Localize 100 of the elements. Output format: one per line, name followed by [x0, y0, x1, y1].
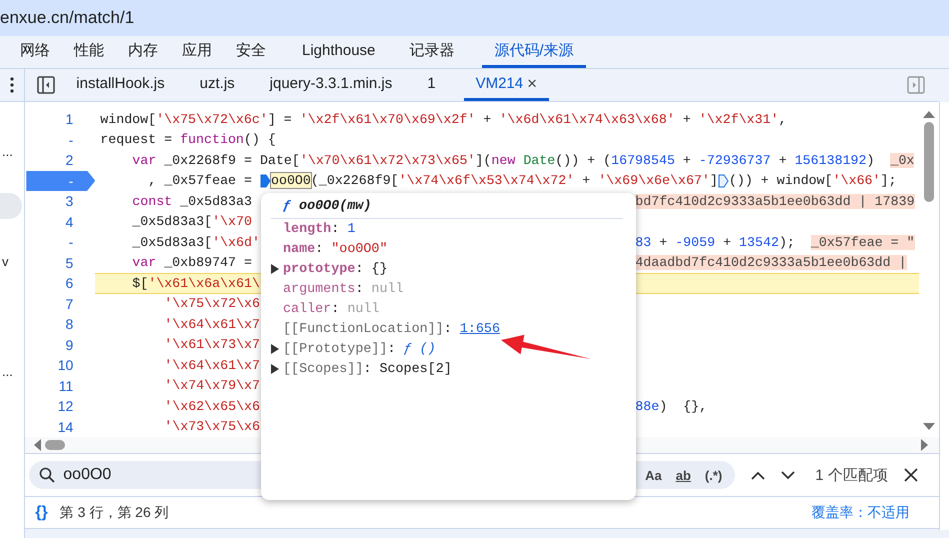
property-name: [[FunctionLocation]]: [283, 322, 444, 336]
code-text: _0x5d83a3['\x6d': [132, 234, 260, 250]
expand-icon[interactable]: [271, 344, 279, 354]
hovered-token: oo0O0: [270, 173, 311, 188]
property-value: 1: [347, 222, 356, 236]
code-text: $['\x61\x6a\x61\: [132, 276, 260, 291]
property-separator: :: [331, 302, 340, 316]
property-separator: :: [355, 262, 364, 276]
property-name: prototype: [283, 262, 356, 276]
panel-tab[interactable]: 安全: [226, 36, 276, 68]
function-location-link[interactable]: 1:656: [460, 322, 500, 336]
file-tab[interactable]: 1: [420, 69, 452, 101]
sidebar-toggle-icon[interactable]: [37, 76, 56, 94]
code-text: var _0x2268f9 = Date['\x70\x61\x72\x73\x65'](new Date()) + (16798545 + -72936737 + 156138192): [132, 152, 876, 168]
property-value: "oo0O0": [331, 242, 388, 256]
function-signature: oo0O0(mw): [299, 198, 372, 214]
url-text: enxue.cn/match/1: [0, 8, 134, 28]
expand-icon[interactable]: [271, 364, 279, 374]
line-number[interactable]: 10: [25, 355, 96, 376]
line-number[interactable]: 12: [25, 396, 96, 416]
code-text: _0x5d83a3['\x70: [132, 214, 252, 230]
panel-tab[interactable]: 内存: [118, 36, 168, 68]
code-text: '\x74\x79\x7: [164, 378, 260, 394]
property-separator: :: [355, 282, 364, 296]
code-text: '\x73\x75\x6: [164, 419, 260, 434]
panel-tab[interactable]: 记录器: [399, 36, 464, 68]
code-text: '\x62\x65\x6: [164, 398, 260, 414]
code-text: '\x64\x61\x7: [164, 358, 260, 373]
sidebar-toggle-icon[interactable]: [907, 76, 926, 94]
line-number[interactable]: 8: [25, 314, 96, 334]
scrollbar-thumb[interactable]: [45, 440, 66, 450]
breakpoint-line-number[interactable]: -: [26, 170, 96, 191]
property-name: arguments: [283, 282, 356, 296]
scroll-up-icon[interactable]: [923, 110, 936, 118]
line-number[interactable]: 2: [25, 150, 96, 170]
sidebar-text: ...: [1, 143, 14, 161]
scroll-left-icon[interactable]: [33, 439, 42, 451]
code-text: window['\x75\x72\x6c'] = '\x2f\x61\x70\x69\x2f' + '\x6d\x61\x74\x63\x68' + '\x2f\x31',: [100, 112, 787, 127]
file-tab[interactable]: jquery-3.3.1.min.js: [262, 69, 408, 101]
cursor-position: 第 3 行，第 26 列: [60, 504, 169, 522]
sidebar-text: v: [1, 253, 10, 271]
function-symbol: ƒ: [283, 198, 292, 214]
property-separator: :: [315, 242, 324, 256]
code-text: '\x61\x73\x7: [164, 337, 260, 352]
search-icon: [39, 467, 56, 483]
property-value: {}: [371, 262, 388, 276]
line-number[interactable]: 3: [25, 191, 96, 212]
sidebar-text: ...: [1, 363, 14, 381]
line-number[interactable]: 5: [25, 252, 96, 273]
property-value: ƒ (): [404, 342, 436, 356]
scroll-right-icon[interactable]: [921, 439, 930, 451]
panel-tab[interactable]: 网络: [10, 36, 60, 68]
property-separator: :: [444, 322, 452, 336]
line-number[interactable]: 9: [25, 334, 96, 355]
code-text: , _0x57feae =: [148, 173, 253, 188]
panel-tab[interactable]: 应用: [172, 36, 222, 68]
expand-icon[interactable]: [271, 264, 279, 274]
property-name: [[Prototype]]: [283, 342, 388, 356]
inline-value: _0x: [890, 152, 914, 168]
property-name: length: [283, 222, 332, 236]
line-number[interactable]: 6: [25, 273, 96, 294]
line-number[interactable]: -: [25, 232, 96, 252]
search-field[interactable]: oo0O0: [63, 466, 214, 484]
property-name: name: [283, 242, 316, 256]
inline-value: 4daadbd7fc410d2c9333a5b1ee0b63dd |: [635, 255, 907, 270]
property-value: Scopes[2]: [379, 362, 452, 376]
code-text: '\x64\x61\x7: [164, 316, 260, 332]
line-number[interactable]: 4: [25, 212, 96, 232]
inline-value: _0x57feae = ": [810, 234, 915, 250]
search-option-button[interactable]: (.*): [702, 468, 726, 482]
file-tab[interactable]: installHook.js: [69, 69, 181, 101]
line-number[interactable]: 11: [25, 376, 96, 396]
code-text: 83 + -9059 + 13542);: [635, 234, 796, 250]
line-number[interactable]: 1: [25, 109, 96, 130]
close-button[interactable]: [904, 468, 918, 482]
file-tab[interactable]: uzt.js: [192, 69, 251, 101]
scroll-down-icon[interactable]: [923, 423, 936, 431]
pretty-print-button[interactable]: {}: [35, 504, 48, 522]
panel-tab[interactable]: Lighthouse: [292, 36, 386, 68]
property-name: caller: [283, 302, 332, 316]
code-text: 88e) {},: [635, 398, 708, 414]
line-number[interactable]: -: [25, 130, 96, 150]
coverage-status: 覆盖率：不适用: [811, 504, 910, 522]
search-option-button[interactable]: Aa: [642, 468, 665, 482]
next-match-button[interactable]: [781, 470, 796, 480]
line-number[interactable]: 14: [25, 416, 96, 437]
property-separator: :: [387, 342, 396, 356]
property-separator: :: [363, 362, 372, 376]
inline-value: bd7fc410d2c9333a5b1ee0b63dd | 17839: [635, 194, 915, 209]
property-value: null: [347, 302, 380, 316]
search-option-button[interactable]: ab: [672, 468, 694, 482]
line-number[interactable]: 7: [25, 294, 96, 314]
match-count: 1 个匹配项: [815, 466, 888, 484]
scrollbar-thumb[interactable]: [924, 122, 934, 202]
panel-tab[interactable]: 性能: [64, 36, 114, 68]
previous-match-button[interactable]: [751, 470, 766, 480]
code-text: (_0x2268f9['\x74\x6f\x53\x74\x72' + '\x69\x6e\x67']: [310, 173, 718, 188]
more-options-icon[interactable]: [10, 77, 14, 93]
breakpoint-marker-icon[interactable]: [718, 174, 729, 188]
code-text: request = function() {: [100, 132, 276, 148]
